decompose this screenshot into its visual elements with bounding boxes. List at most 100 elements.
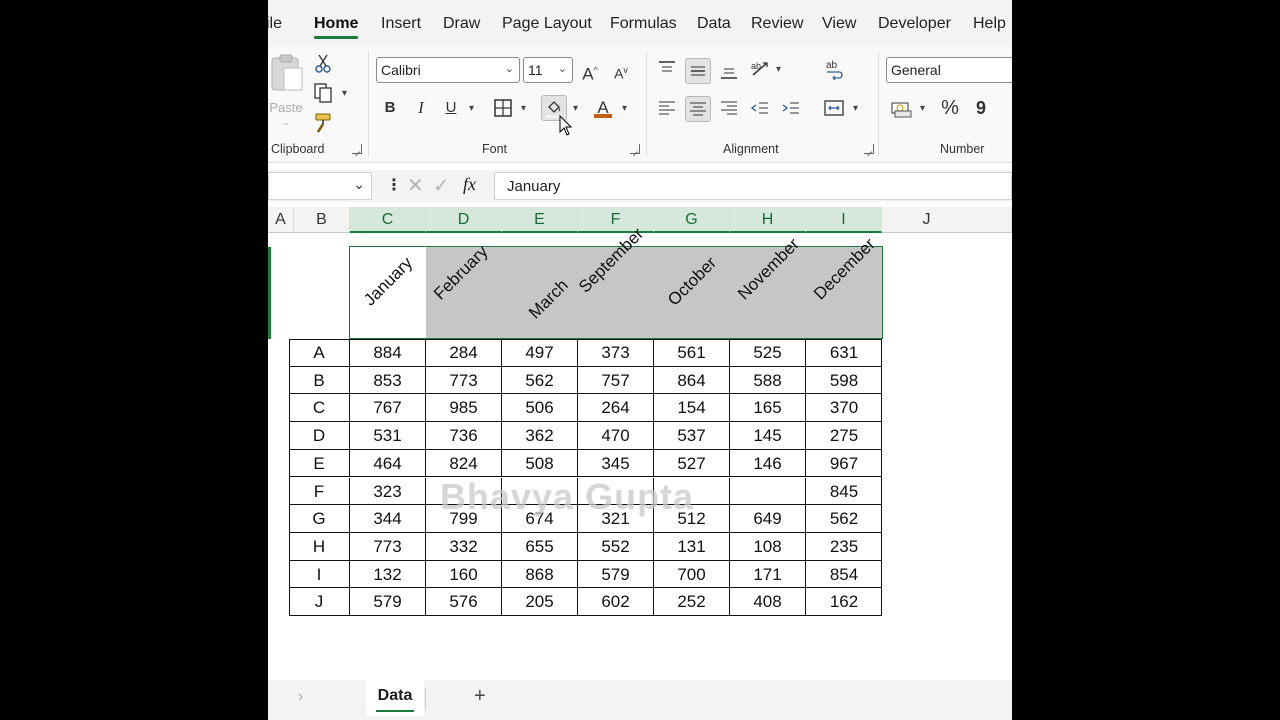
table-cell[interactable]: 824 [426,449,502,478]
accounting-format-button[interactable] [888,95,914,121]
table-cell[interactable]: 854 [806,561,882,589]
table-cell[interactable]: 165 [730,394,806,423]
decrease-indent-button[interactable] [747,95,773,121]
top-align-button[interactable] [654,56,680,82]
font-color-button[interactable]: A [590,95,616,121]
tab-help[interactable]: Help [973,15,1006,33]
table-cell[interactable]: 773 [426,366,502,395]
name-box[interactable]: ⌄ [268,172,372,200]
table-cell[interactable]: 655 [502,532,578,561]
table-cell[interactable]: 362 [502,422,578,450]
column-header-d[interactable]: D [426,207,502,233]
table-cell[interactable]: 527 [654,449,730,478]
bottom-align-button[interactable] [716,58,742,84]
column-header-e[interactable]: E [502,207,578,233]
table-cell[interactable]: 985 [426,394,502,423]
table-cell[interactable]: 561 [654,339,730,367]
table-cell[interactable]: 370 [806,394,882,423]
table-cell[interactable]: 160 [426,560,502,589]
percent-style-button[interactable]: % [937,95,963,121]
underline-button[interactable]: U [438,95,464,121]
formula-input[interactable]: January [494,172,1012,200]
merge-dropdown-icon[interactable]: ▾ [853,103,858,114]
tab-page-layout[interactable]: Page Layout [502,15,592,33]
row-label-c[interactable]: C [289,394,350,423]
italic-button[interactable]: I [408,95,434,121]
table-cell[interactable]: 373 [578,339,654,367]
table-cell[interactable]: 205 [502,588,578,616]
font-size-combo[interactable]: 11 ⌄ [523,57,573,83]
table-cell[interactable]: 967 [806,450,882,478]
table-cell[interactable]: 531 [350,422,426,450]
insert-function-icon[interactable]: fx [463,174,476,195]
center-button[interactable] [685,96,711,122]
orientation-button[interactable]: ab [748,56,774,82]
table-cell[interactable]: 108 [730,532,806,561]
middle-align-button[interactable] [685,58,711,84]
table-cell[interactable]: 345 [578,449,654,478]
table-cell[interactable]: 579 [578,560,654,589]
row-label-d[interactable]: D [289,422,350,450]
table-cell[interactable]: 344 [350,505,426,533]
font-launcher-icon[interactable] [630,144,640,154]
format-painter-button[interactable] [310,110,336,136]
chevron-down-icon[interactable]: ⌄ [353,176,365,193]
increase-indent-button[interactable] [778,95,804,121]
clipboard-launcher-icon[interactable] [352,144,362,154]
borders-button[interactable] [490,95,516,121]
tab-review[interactable]: Review [751,15,803,33]
table-cell[interactable]: 146 [730,449,806,478]
row-label-a[interactable]: A [289,339,350,367]
table-cell[interactable]: 470 [578,422,654,450]
table-cell[interactable]: 497 [502,339,578,367]
scroll-sheets-right-icon[interactable]: › [298,688,303,706]
column-header-h[interactable]: H [730,207,806,233]
align-left-button[interactable] [654,95,680,121]
tab-insert[interactable]: Insert [381,15,421,33]
alignment-launcher-icon[interactable] [864,144,874,154]
row-label-f[interactable]: F [289,477,350,506]
row-label-e[interactable]: E [289,449,350,478]
tab-formulas[interactable]: Formulas [610,15,677,33]
table-cell[interactable] [730,477,806,506]
table-cell[interactable]: 408 [730,588,806,616]
table-cell[interactable]: 275 [806,422,882,450]
sheet-tab-data[interactable]: Data [366,680,424,716]
column-header-b[interactable]: B [294,207,350,233]
table-cell[interactable]: 845 [806,478,882,506]
table-cell[interactable]: 252 [654,588,730,616]
table-cell[interactable]: 235 [806,533,882,561]
decrease-font-size-button[interactable]: Av [608,57,634,83]
row-label-i[interactable]: I [289,560,350,589]
table-cell[interactable]: 264 [578,394,654,423]
copy-button[interactable] [310,80,336,106]
table-cell[interactable]: 154 [654,394,730,423]
table-cell[interactable]: 602 [578,588,654,616]
font-color-dropdown-icon[interactable]: ▾ [622,103,627,114]
table-cell[interactable]: 537 [654,422,730,450]
table-cell[interactable]: 864 [654,366,730,395]
table-cell[interactable]: 562 [502,366,578,395]
table-cell[interactable]: 736 [426,422,502,450]
borders-dropdown-icon[interactable]: ▾ [521,103,526,114]
table-cell[interactable]: 323 [350,477,426,506]
table-cell[interactable]: 598 [806,367,882,395]
table-cell[interactable]: 145 [730,422,806,450]
number-format-combo[interactable]: General [886,57,1012,83]
row-label-g[interactable]: G [289,505,350,533]
paste-button[interactable]: Paste ⌄ [268,52,304,127]
table-cell[interactable]: 579 [350,588,426,616]
column-header-g[interactable]: G [654,207,730,233]
table-cell[interactable]: 700 [654,560,730,589]
table-cell[interactable]: 588 [730,366,806,395]
row-label-b[interactable]: B [289,366,350,395]
table-cell[interactable]: 649 [730,505,806,533]
table-cell[interactable]: 757 [578,366,654,395]
table-cell[interactable]: 562 [806,505,882,533]
row-label-j[interactable]: J [289,588,350,616]
align-right-button[interactable] [716,95,742,121]
table-cell[interactable]: 631 [806,339,882,367]
table-cell[interactable]: 552 [578,532,654,561]
wrap-text-button[interactable]: ab [821,56,847,82]
column-header-c[interactable]: C [350,207,426,233]
